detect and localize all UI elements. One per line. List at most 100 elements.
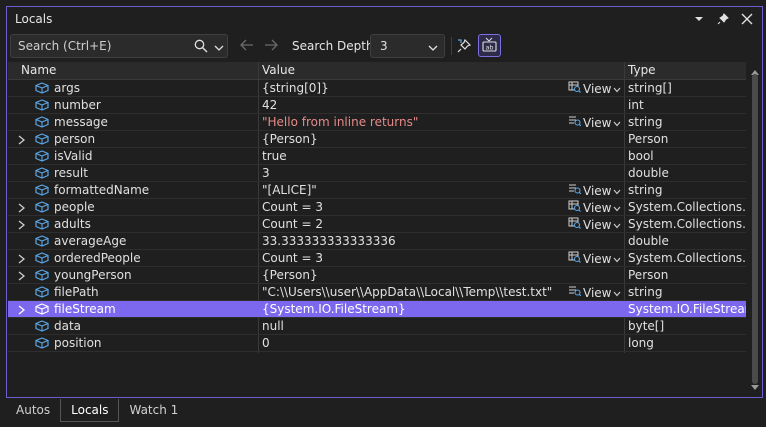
variable-value[interactable]: {Person} (262, 268, 318, 282)
local-variable-row[interactable]: adults Count = 2 View System.Collections...… (8, 216, 746, 233)
visualizer-view-button[interactable]: View (568, 81, 621, 96)
local-variable-cube-icon (35, 184, 49, 199)
search-icon[interactable] (194, 39, 208, 56)
view-chevron-icon (613, 286, 621, 300)
local-variable-cube-icon (35, 82, 49, 97)
variable-type: string[] (628, 81, 672, 95)
name-column-header[interactable]: Name (21, 63, 56, 77)
variable-name: filePath (54, 285, 99, 299)
local-variable-row[interactable]: orderedPeople Count = 3 View System.Collect… (8, 250, 746, 267)
variable-type: Person (628, 268, 669, 282)
visualizer-view-button[interactable]: View (568, 200, 621, 215)
tab-watch-1[interactable]: Watch 1 (119, 399, 188, 422)
visualizer-view-button[interactable]: View (568, 183, 621, 198)
window-menu-chevron-icon[interactable] (690, 11, 708, 27)
variable-value[interactable]: null (262, 319, 284, 333)
value-column-header[interactable]: Value (262, 63, 295, 77)
variable-name: adults (54, 217, 91, 231)
variable-value[interactable]: 33.333333333333336 (262, 234, 396, 248)
variable-value[interactable]: "[ALICE]" (262, 183, 317, 197)
expand-chevron-icon[interactable] (18, 270, 26, 284)
local-variable-row[interactable]: formattedName "[ALICE]" View string (8, 182, 746, 199)
tab-locals[interactable]: Locals (60, 399, 120, 422)
visualizer-view-button[interactable]: View (568, 285, 621, 300)
forward-arrow-icon[interactable] (264, 39, 278, 54)
pin-source-button[interactable] (454, 37, 474, 55)
variable-type: byte[] (628, 319, 665, 333)
local-variable-cube-icon (35, 252, 49, 267)
expand-chevron-icon[interactable] (18, 219, 26, 233)
local-variable-cube-icon (35, 167, 49, 182)
view-label: View (583, 200, 612, 215)
variable-value[interactable]: Count = 3 (262, 200, 323, 214)
view-label: View (583, 285, 612, 300)
view-label: View (583, 81, 612, 96)
visualizer-view-button[interactable]: View (568, 217, 621, 232)
view-label: View (583, 183, 612, 198)
local-variable-row[interactable]: args {string[0]} View string[] (8, 80, 746, 97)
local-variable-cube-icon (35, 201, 49, 216)
local-variable-row[interactable]: number 42 int (8, 97, 746, 114)
local-variable-cube-icon (35, 218, 49, 233)
variable-value[interactable]: 3 (262, 166, 270, 180)
view-chevron-icon (613, 184, 621, 198)
variable-name: position (54, 336, 102, 350)
hex-display-toggle[interactable]: ab (478, 34, 501, 57)
expand-chevron-icon[interactable] (18, 202, 26, 216)
text-visualizer-icon (568, 183, 582, 198)
toolbar: Search Depth: 3 ab (7, 34, 762, 60)
search-depth-dropdown[interactable]: 3 (370, 34, 445, 58)
variable-type: string (628, 115, 663, 129)
variable-type: string (628, 285, 663, 299)
scrollbar-thumb[interactable] (752, 74, 758, 384)
grid-visualizer-icon (568, 251, 581, 266)
variable-value[interactable]: "C:\\Users\\user\\AppData\\Local\\Temp\\… (262, 285, 552, 299)
variable-value[interactable]: {System.IO.FileStream} (262, 302, 406, 316)
expand-chevron-icon[interactable] (18, 253, 26, 267)
grid-visualizer-icon (568, 200, 581, 215)
variable-value[interactable]: "Hello from inline returns" (262, 115, 418, 129)
variable-name: message (54, 115, 108, 129)
close-icon[interactable] (738, 11, 756, 27)
search-options-chevron-icon[interactable] (214, 41, 224, 55)
variable-value[interactable]: true (262, 149, 287, 163)
local-variable-row[interactable]: fileStream {System.IO.FileStream} System.I… (8, 301, 746, 318)
local-variable-row[interactable]: result 3 double (8, 165, 746, 182)
scroll-down-icon[interactable] (751, 380, 759, 394)
variable-value[interactable]: Count = 2 (262, 217, 323, 231)
visualizer-view-button[interactable]: View (568, 251, 621, 266)
variable-name: fileStream (54, 302, 116, 316)
type-column-header[interactable]: Type (628, 63, 656, 77)
search-box[interactable] (10, 34, 228, 58)
pin-icon[interactable] (714, 11, 732, 27)
view-chevron-icon (613, 82, 621, 96)
back-arrow-icon[interactable] (240, 39, 254, 54)
visualizer-view-button[interactable]: View (568, 115, 621, 130)
local-variable-row[interactable]: person {Person} Person (8, 131, 746, 148)
vertical-scrollbar[interactable] (749, 62, 761, 396)
local-variable-row[interactable]: averageAge 33.333333333333336 double (8, 233, 746, 250)
local-variable-row[interactable]: filePath "C:\\Users\\user\\AppData\\Local… (8, 284, 746, 301)
expand-chevron-icon[interactable] (18, 134, 26, 148)
variable-name: orderedPeople (54, 251, 141, 265)
tab-autos[interactable]: Autos (6, 399, 60, 422)
search-depth-value: 3 (380, 39, 388, 53)
expand-chevron-icon[interactable] (18, 304, 26, 318)
view-label: View (583, 217, 612, 232)
local-variable-cube-icon (35, 337, 49, 352)
variable-value[interactable]: Count = 3 (262, 251, 323, 265)
local-variable-row[interactable]: youngPerson {Person} Person (8, 267, 746, 284)
variable-value[interactable]: 42 (262, 98, 277, 112)
search-input[interactable] (11, 35, 188, 57)
local-variable-row[interactable]: people Count = 3 View System.Collections...… (8, 199, 746, 216)
local-variable-row[interactable]: position 0 long (8, 335, 746, 352)
variable-value[interactable]: 0 (262, 336, 270, 350)
chevron-down-icon[interactable] (428, 41, 438, 55)
local-variable-row[interactable]: message "Hello from inline returns" View st… (8, 114, 746, 131)
variable-type: Person (628, 132, 669, 146)
variable-name: args (54, 81, 80, 95)
local-variable-row[interactable]: isValid true bool (8, 148, 746, 165)
local-variable-row[interactable]: data null byte[] (8, 318, 746, 335)
variable-value[interactable]: {Person} (262, 132, 318, 146)
variable-value[interactable]: {string[0]} (262, 81, 329, 95)
